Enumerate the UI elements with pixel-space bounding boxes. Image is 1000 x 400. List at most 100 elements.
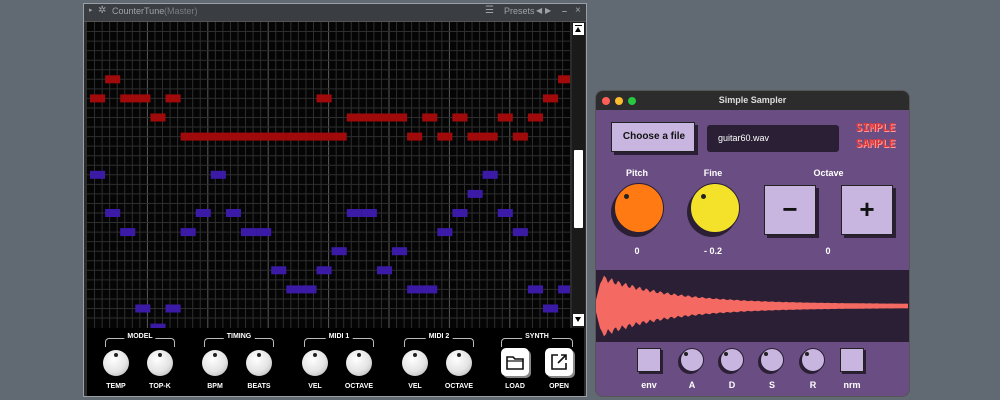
countermelody-note[interactable]: [512, 228, 528, 237]
melody-note[interactable]: [120, 94, 151, 103]
melody-note[interactable]: [105, 75, 121, 84]
countermelody-note[interactable]: [452, 209, 468, 217]
melody-note[interactable]: [331, 132, 347, 141]
melody-note[interactable]: [512, 132, 528, 141]
countermelody-note[interactable]: [165, 304, 181, 313]
melody-note[interactable]: [422, 113, 438, 122]
bpm-knob[interactable]: [202, 350, 228, 376]
octave-minus-button[interactable]: −: [764, 185, 816, 235]
bpm-label: BPM: [207, 383, 223, 390]
scroll-up-button[interactable]: [573, 23, 584, 35]
nrm-toggle[interactable]: [840, 348, 864, 372]
melody-note[interactable]: [316, 94, 332, 103]
simple-sampler-window: Simple Sampler Choose a file guitar60.wa…: [596, 91, 909, 396]
countermelody-note[interactable]: [195, 209, 211, 217]
prev-preset-icon[interactable]: ◀: [536, 6, 542, 15]
plugin-title: CounterTune: [112, 6, 165, 16]
fine-knob[interactable]: [690, 183, 740, 233]
top-k-knob[interactable]: [147, 350, 173, 376]
melody-note[interactable]: [437, 132, 453, 141]
next-preset-icon[interactable]: ▶: [545, 6, 551, 15]
countermelody-note[interactable]: [558, 285, 570, 294]
open-button[interactable]: [545, 348, 573, 376]
env-toggle[interactable]: [637, 348, 661, 372]
piano-roll-grid[interactable]: [87, 22, 570, 328]
melody-note[interactable]: [150, 113, 166, 122]
octave-plus-button[interactable]: +: [841, 185, 893, 235]
pitch-knob[interactable]: [614, 183, 664, 233]
countermelody-note[interactable]: [407, 285, 423, 294]
countermelody-note[interactable]: [376, 266, 392, 275]
countermelody-note[interactable]: [241, 228, 257, 237]
scroll-thumb[interactable]: [574, 150, 583, 228]
countermelody-note[interactable]: [331, 247, 347, 256]
melody-note[interactable]: [90, 94, 106, 103]
midi2-vel-knob[interactable]: [402, 350, 428, 376]
melody-note[interactable]: [407, 132, 423, 141]
countermelody-note[interactable]: [135, 304, 151, 313]
choose-file-label: Choose a file: [622, 131, 686, 142]
countermelody-note[interactable]: [180, 228, 196, 237]
melody-note[interactable]: [558, 75, 570, 84]
countermelody-note[interactable]: [271, 266, 287, 275]
temp-knob[interactable]: [103, 350, 129, 376]
open-external-icon: [551, 354, 567, 370]
plugin-subtitle: (Master): [164, 6, 198, 16]
melody-note[interactable]: [286, 132, 332, 141]
fine-value: - 0.2: [703, 246, 722, 256]
waveform-display[interactable]: [596, 270, 909, 342]
close-icon[interactable]: ×: [575, 5, 581, 16]
midi2-octave-knob[interactable]: [446, 350, 472, 376]
melody-note[interactable]: [497, 113, 513, 122]
countermelody-note[interactable]: [361, 209, 377, 217]
melody-note[interactable]: [467, 132, 498, 141]
sustain-knob[interactable]: [760, 348, 784, 372]
countermelody-note[interactable]: [392, 247, 408, 256]
countermelody-note[interactable]: [346, 209, 362, 217]
countermelody-note[interactable]: [316, 266, 332, 275]
midi1-vel-label: VEL: [308, 383, 322, 390]
countermelody-note[interactable]: [105, 209, 121, 217]
countermelody-note[interactable]: [497, 209, 513, 217]
melody-note[interactable]: [543, 94, 559, 103]
midi1-octave-knob[interactable]: [346, 350, 372, 376]
expand-arrow-icon[interactable]: ▸: [89, 6, 93, 14]
countermelody-note[interactable]: [527, 285, 543, 294]
midi1-vel-knob[interactable]: [302, 350, 328, 376]
env-label: env: [641, 380, 657, 390]
countermelody-note[interactable]: [225, 209, 241, 217]
load-button[interactable]: [501, 348, 529, 376]
gear-icon[interactable]: ✲: [98, 5, 106, 16]
countermelody-note[interactable]: [286, 285, 302, 294]
melody-note[interactable]: [527, 113, 543, 122]
melody-note[interactable]: [180, 132, 287, 141]
minimize-icon[interactable]: –: [562, 6, 567, 16]
countermelody-note[interactable]: [422, 285, 438, 294]
countertune-control-panel: MODEL TIMING MIDI 1 MIDI 2 SYNTH TEMP TO…: [87, 328, 584, 396]
countermelody-note[interactable]: [543, 304, 559, 313]
countermelody-note[interactable]: [210, 170, 226, 179]
countermelody-note[interactable]: [301, 285, 317, 294]
melody-note[interactable]: [165, 94, 181, 103]
countermelody-note[interactable]: [256, 228, 272, 237]
countermelody-note[interactable]: [437, 228, 453, 237]
countermelody-note[interactable]: [90, 170, 106, 179]
countermelody-note[interactable]: [467, 189, 483, 198]
scroll-down-button[interactable]: [573, 314, 584, 326]
attack-knob[interactable]: [680, 348, 704, 372]
countermelody-note[interactable]: [120, 228, 136, 237]
choose-file-button[interactable]: Choose a file: [611, 122, 695, 152]
release-knob[interactable]: [801, 348, 825, 372]
beats-knob[interactable]: [246, 350, 272, 376]
menu-list-icon[interactable]: ☰: [485, 5, 494, 16]
decay-knob[interactable]: [720, 348, 744, 372]
folder-icon: [506, 356, 524, 370]
presets-label[interactable]: Presets: [504, 6, 535, 16]
countermelody-note[interactable]: [482, 170, 498, 179]
melody-note[interactable]: [346, 113, 408, 122]
group-midi-1: MIDI 1: [304, 333, 374, 347]
melody-note[interactable]: [452, 113, 468, 122]
sustain-label: S: [768, 380, 775, 390]
decay-label: D: [728, 380, 736, 390]
piano-roll-scrollbar[interactable]: [572, 22, 585, 328]
